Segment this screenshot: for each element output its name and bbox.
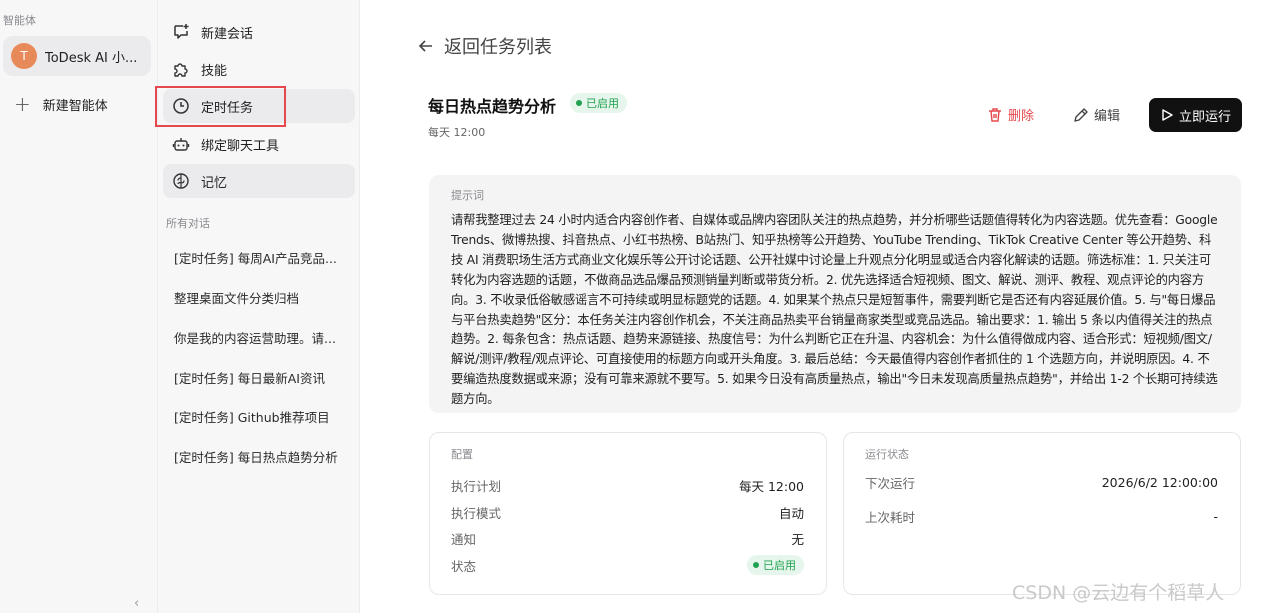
prompt-label: 提示词 [451, 189, 484, 202]
config-row-mode: 执行模式 自动 [451, 503, 804, 522]
agent-section-title: 智能体 [3, 14, 36, 27]
config-card: 配置 执行计划 每天 12:00 执行模式 自动 通知 无 状态 已启用 [429, 432, 827, 595]
avatar: T [11, 43, 37, 69]
config-card-title: 配置 [451, 448, 473, 461]
chat-plus-icon [174, 24, 189, 39]
trash-icon [989, 107, 1001, 122]
conversation-item[interactable]: [定时任务] Github推荐项目 [174, 407, 344, 426]
config-value: 无 [791, 532, 804, 547]
conversation-item[interactable]: 你是我的内容运营助理。请... [174, 328, 344, 347]
config-key: 执行模式 [451, 506, 502, 521]
conversation-item[interactable]: 整理桌面文件分类归档 [174, 288, 344, 307]
conversation-item[interactable]: [定时任务] 每日热点趋势分析 [174, 447, 344, 466]
agent-sidebar: 智能体 T ToDesk AI 小... + 新建智能体 ‹ [0, 0, 158, 613]
arrow-left-icon [418, 40, 432, 52]
brain-icon [173, 173, 189, 189]
nav-item-label: 新建会话 [201, 26, 254, 42]
status-badge: 已启用 [570, 93, 627, 113]
play-icon [1162, 109, 1173, 121]
config-row-schedule: 执行计划 每天 12:00 [451, 476, 804, 495]
back-to-task-list-link[interactable]: 返回任务列表 [418, 33, 552, 59]
run-status-card-title: 运行状态 [865, 448, 909, 461]
status-badge-label: 已启用 [763, 559, 796, 572]
nav-item-label: 绑定聊天工具 [201, 138, 280, 154]
agent-item-todesk[interactable]: T ToDesk AI 小... [3, 36, 151, 76]
nav-item-memory[interactable]: 记忆 [163, 164, 355, 198]
status-dot-icon [576, 100, 582, 106]
nav-item-label: 技能 [201, 63, 228, 79]
run-now-button[interactable]: 立即运行 [1149, 98, 1242, 132]
config-key: 通知 [451, 532, 477, 547]
status-badge: 已启用 [747, 555, 804, 575]
bot-icon [172, 138, 190, 151]
task-schedule: 每天 12:00 [428, 126, 486, 139]
new-agent-label: 新建智能体 [42, 98, 108, 114]
config-value: 每天 12:00 [739, 479, 804, 494]
run-key: 上次耗时 [865, 510, 916, 525]
collapse-sidebar-button[interactable]: ‹ [134, 596, 139, 611]
run-status-card: 运行状态 下次运行 2026/6/2 12:00:00 上次耗时 - [843, 432, 1241, 595]
prompt-panel: 提示词 请帮我整理过去 24 小时内适合内容创作者、自媒体或品牌内容团队关注的热… [429, 175, 1241, 413]
conversations-section-label: 所有对话 [166, 217, 210, 230]
nav-item-bind-chat-tools[interactable]: 绑定聊天工具 [163, 127, 355, 161]
status-badge-label: 已启用 [586, 97, 619, 110]
run-row-next: 下次运行 2026/6/2 12:00:00 [865, 473, 1218, 492]
nav-item-skills[interactable]: 技能 [163, 52, 355, 86]
agent-name: ToDesk AI 小... [45, 50, 138, 66]
pencil-icon [1074, 107, 1088, 122]
plus-icon: + [14, 92, 31, 116]
edit-button[interactable]: 编辑 [1073, 105, 1120, 124]
run-row-last-duration: 上次耗时 - [865, 507, 1218, 526]
conversation-item[interactable]: [定时任务] 每日最新AI资讯 [174, 368, 344, 387]
nav-item-new-chat[interactable]: 新建会话 [163, 15, 355, 49]
config-key: 执行计划 [451, 479, 502, 494]
run-value: 2026/6/2 12:00:00 [1101, 475, 1218, 490]
task-title: 每日热点趋势分析 [428, 97, 557, 116]
delete-label: 删除 [1008, 109, 1035, 124]
config-value: 自动 [778, 506, 804, 521]
conversation-item[interactable]: [定时任务] 每周AI产品竞品... [174, 248, 344, 267]
edit-label: 编辑 [1094, 109, 1121, 124]
delete-button[interactable]: 删除 [987, 105, 1034, 124]
nav-item-label: 记忆 [201, 175, 228, 191]
puzzle-icon [174, 63, 188, 77]
prompt-text: 请帮我整理过去 24 小时内适合内容创作者、自媒体或品牌内容团队关注的热点趋势，… [451, 213, 1218, 407]
back-label: 返回任务列表 [444, 37, 552, 58]
highlight-annotation-box [155, 86, 286, 127]
watermark: CSDN @云边有个稻草人 [1012, 582, 1225, 604]
new-agent-button[interactable]: + 新建智能体 [14, 94, 108, 114]
status-dot-icon [753, 562, 759, 568]
config-row-notification: 通知 无 [451, 529, 804, 548]
run-value: - [1213, 509, 1218, 524]
config-key: 状态 [451, 558, 477, 574]
config-row-status: 状态 已启用 [451, 555, 804, 575]
run-now-label: 立即运行 [1178, 109, 1231, 125]
run-key: 下次运行 [865, 476, 916, 491]
